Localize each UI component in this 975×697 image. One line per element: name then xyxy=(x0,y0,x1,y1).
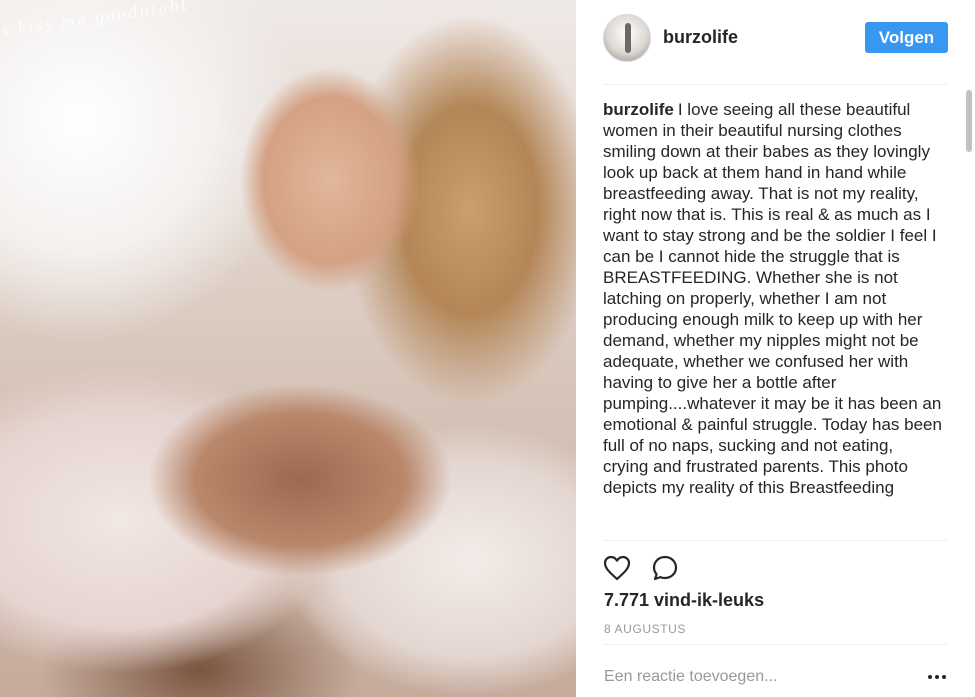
more-dot xyxy=(928,675,932,679)
avatar[interactable] xyxy=(603,14,651,62)
caption-text: I love seeing all these beautiful women … xyxy=(603,100,942,497)
author-username[interactable]: burzolife xyxy=(663,27,738,48)
caption-scrollbar[interactable] xyxy=(964,88,972,540)
more-options-icon[interactable] xyxy=(927,669,947,685)
more-dot xyxy=(942,675,946,679)
caption-username[interactable]: burzolife xyxy=(603,100,674,119)
follow-button[interactable]: Volgen xyxy=(865,22,948,53)
comment-input[interactable] xyxy=(604,665,924,689)
post-side-panel: burzolife Volgen burzolife I love seeing … xyxy=(576,0,975,697)
post-caption: burzolife I love seeing all these beautif… xyxy=(603,99,943,498)
caption-scrollbar-thumb[interactable] xyxy=(966,90,972,152)
post-photo[interactable]: s kiss me goodnight xyxy=(0,0,576,697)
comment-bubble-icon[interactable] xyxy=(650,553,680,583)
comment-divider xyxy=(603,644,948,645)
actions-divider xyxy=(603,540,948,541)
heart-icon[interactable] xyxy=(602,553,632,583)
post-header: burzolife Volgen xyxy=(576,0,975,84)
photo-watermark-text: s kiss me goodnight xyxy=(0,0,191,40)
caption-scroll-area[interactable]: burzolife I love seeing all these beautif… xyxy=(576,85,975,540)
post-date[interactable]: 8 AUGUSTUS xyxy=(604,622,686,636)
more-dot xyxy=(935,675,939,679)
likes-count[interactable]: 7.771 vind-ik-leuks xyxy=(604,590,764,611)
